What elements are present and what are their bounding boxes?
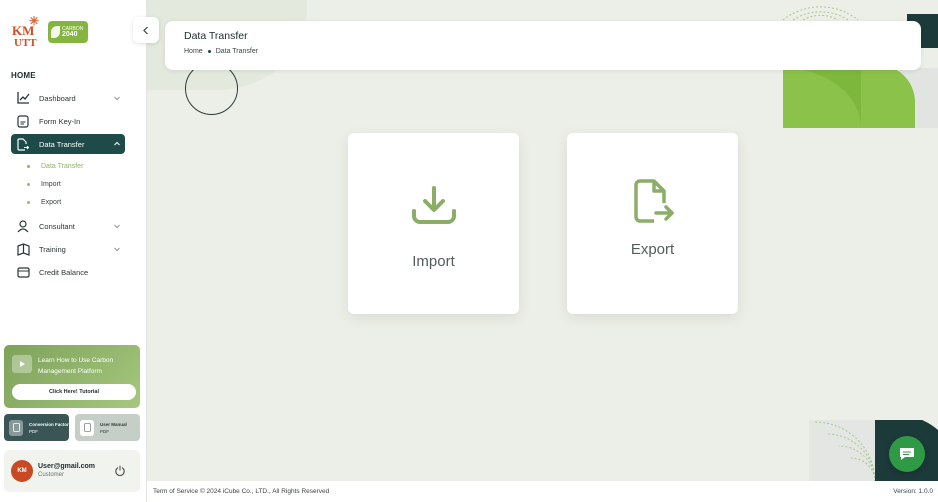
chat-button[interactable] <box>889 436 925 472</box>
sidebar-item-label: Consultant <box>39 221 75 231</box>
play-icon <box>12 355 32 373</box>
user-manual-pdf-card[interactable]: User Manual PDF <box>75 414 140 441</box>
sidebar-item-label: Data Transfer <box>39 139 85 149</box>
sidebar-subitem-import[interactable]: Import <box>11 175 125 193</box>
user-email: User@gmail.com <box>38 463 96 470</box>
avatar[interactable]: KM <box>11 460 33 482</box>
footer-copyright[interactable]: Term of Service © 2024 iCube Co., LTD., … <box>153 488 329 495</box>
chevron-down-icon <box>114 96 120 101</box>
chevron-up-icon <box>114 141 120 146</box>
bullet-dot-icon <box>27 164 30 168</box>
sidebar-subitem-export[interactable]: Export <box>11 193 125 211</box>
wallet-icon <box>16 265 30 279</box>
book-icon <box>16 242 30 256</box>
footer: Term of Service © 2024 iCube Co., LTD., … <box>147 481 938 502</box>
document-icon <box>9 419 23 436</box>
tutorial-button[interactable]: Click Here! Tutorial <box>12 384 136 400</box>
brand-logo[interactable]: ✳ KM UTT CARBON 2040 <box>12 14 88 50</box>
tutorial-text: Learn How to Use Carbon Management Platf… <box>38 357 114 375</box>
carbon-2040-badge: CARBON 2040 <box>48 21 88 43</box>
footer-version: Version: 1.0.0 <box>893 488 933 495</box>
breadcrumb-current: Data Transfer <box>215 48 259 55</box>
chevron-down-icon <box>114 224 120 229</box>
sidebar-item-consultant[interactable]: Consultant <box>11 216 125 236</box>
bullet-dot-icon <box>27 200 30 204</box>
import-label: Import <box>412 253 455 270</box>
breadcrumb: Home Data Transfer <box>184 48 902 55</box>
section-label-home: HOME <box>11 71 36 80</box>
sidebar-item-form-key-in[interactable]: Form Key-In <box>11 111 125 131</box>
sidebar-item-data-transfer[interactable]: Data Transfer <box>11 134 125 154</box>
kmutt-logo: ✳ KM UTT <box>12 14 40 49</box>
sidebar-item-label: Dashboard <box>39 93 76 103</box>
chevron-left-icon <box>143 26 148 34</box>
bullet-dot-icon <box>27 182 30 186</box>
document-icon <box>80 419 94 436</box>
sidebar-item-label: Training <box>39 244 66 254</box>
breadcrumb-separator <box>207 50 211 53</box>
sidebar-item-dashboard[interactable]: Dashboard <box>11 88 125 108</box>
export-label: Export <box>630 241 675 258</box>
sidebar-nav: Dashboard Form Key-In Data Transfer Data… <box>11 88 125 285</box>
form-icon <box>16 114 30 128</box>
power-icon[interactable] <box>114 465 126 477</box>
file-transfer-icon <box>16 137 30 151</box>
download-icon <box>411 186 456 224</box>
person-icon <box>16 219 30 233</box>
sidebar-subitem-data-transfer[interactable]: Data Transfer <box>11 157 125 175</box>
sidebar-item-label: Credit Balance <box>39 267 89 277</box>
page-header: Data Transfer Home Data Transfer <box>165 21 921 70</box>
file-export-icon <box>633 179 674 223</box>
user-profile: KM User@gmail.com Customer <box>4 450 140 492</box>
export-card[interactable]: Export <box>567 133 738 314</box>
leaf-icon <box>51 26 60 38</box>
chat-bubble-icon <box>900 448 914 460</box>
conversion-factor-pdf-card[interactable]: Conversion Factor PDF <box>4 414 69 441</box>
chart-line-icon <box>16 91 30 105</box>
import-card[interactable]: Import <box>348 133 519 314</box>
chevron-down-icon <box>114 247 120 252</box>
sidebar-item-label: Form Key-In <box>39 116 81 126</box>
breadcrumb-home[interactable]: Home <box>184 48 203 55</box>
tutorial-card: Learn How to Use Carbon Management Platf… <box>4 345 140 408</box>
sidebar: ✳ KM UTT CARBON 2040 HOME Dashboard Form… <box>0 0 147 502</box>
sidebar-item-credit-balance[interactable]: Credit Balance <box>11 262 125 282</box>
user-role: Customer <box>38 472 65 478</box>
page-title: Data Transfer <box>184 30 248 42</box>
sidebar-item-training[interactable]: Training <box>11 239 125 259</box>
collapse-sidebar-button[interactable] <box>133 17 159 43</box>
